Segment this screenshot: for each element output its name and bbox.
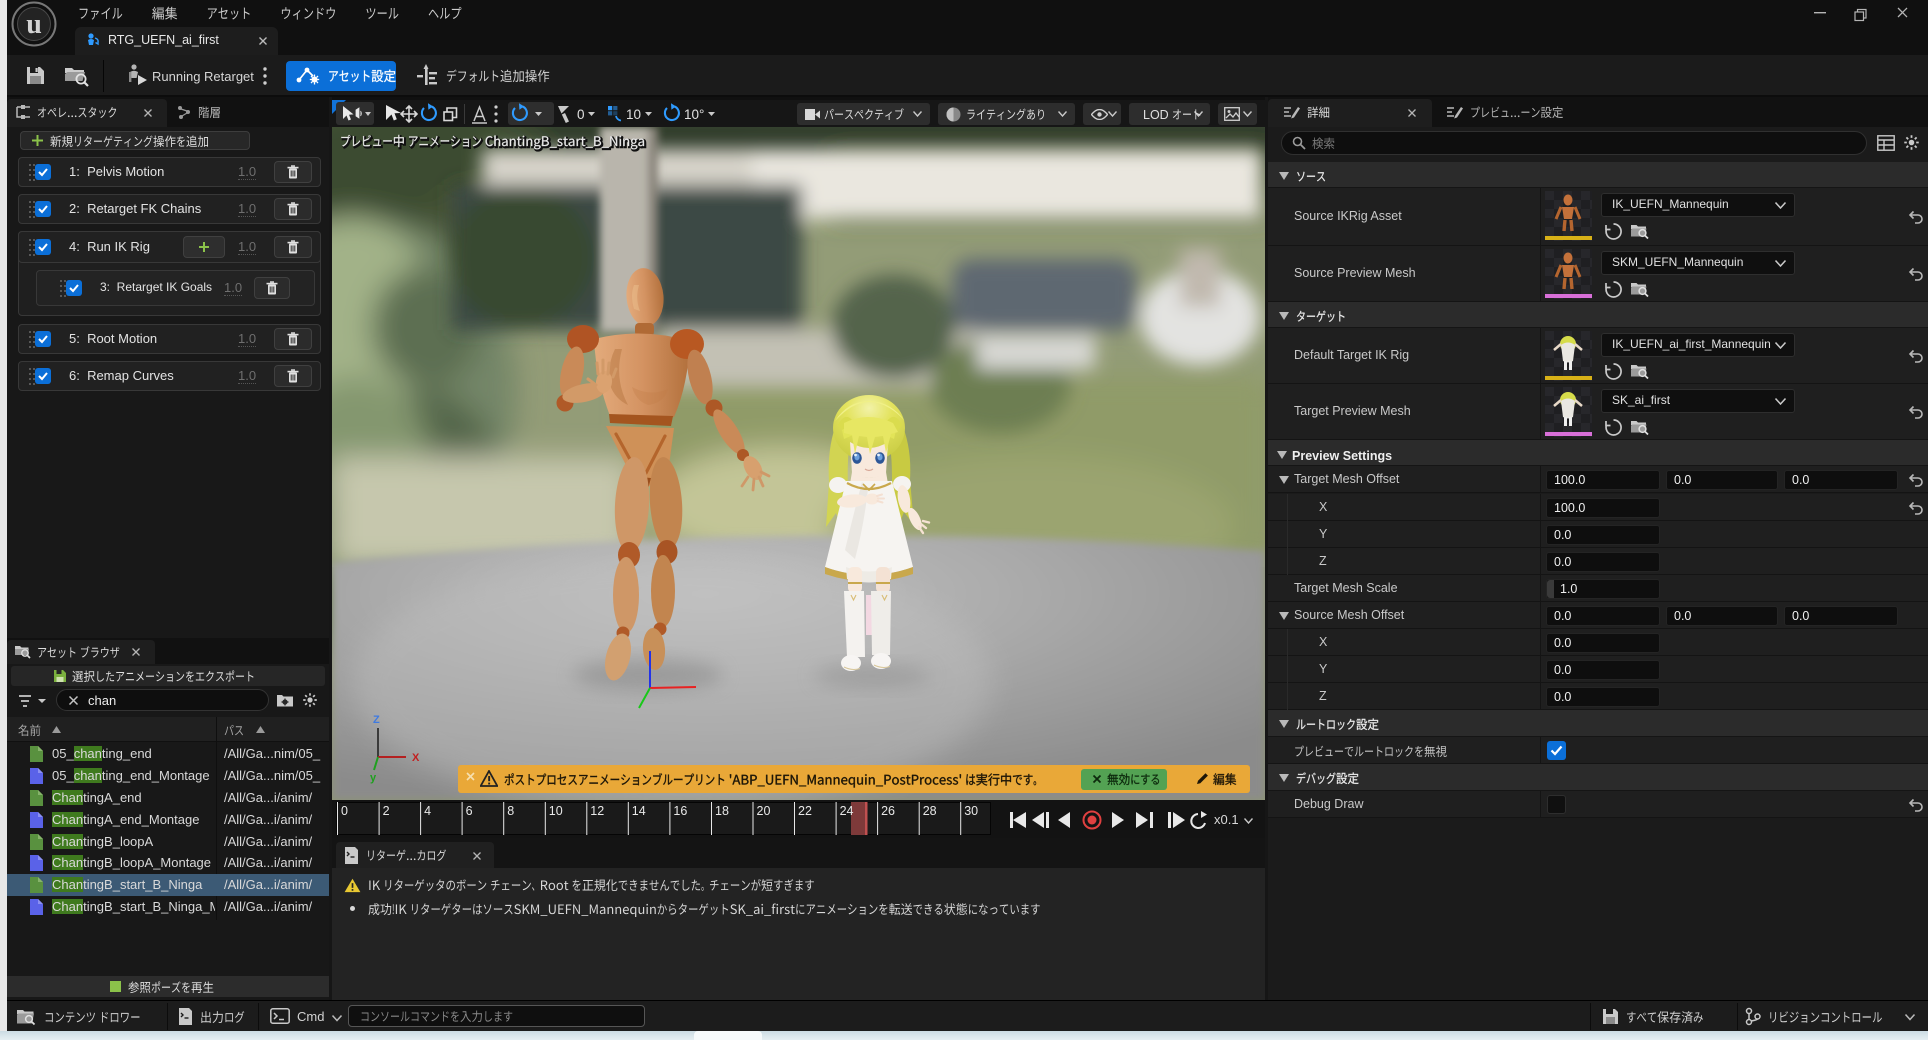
svg-text:30: 30	[964, 804, 978, 818]
svg-text:24: 24	[840, 804, 854, 818]
svg-text:0: 0	[577, 107, 585, 122]
svg-text:10: 10	[626, 107, 641, 122]
svg-text:10°: 10°	[684, 107, 704, 122]
svg-text:20: 20	[757, 804, 771, 818]
svg-text:6: 6	[466, 804, 473, 818]
svg-text:Z: Z	[373, 714, 380, 726]
svg-text:16: 16	[673, 804, 687, 818]
svg-text:0: 0	[341, 804, 348, 818]
svg-text:X: X	[412, 752, 420, 764]
svg-text:12: 12	[590, 804, 604, 818]
svg-text:4: 4	[424, 804, 431, 818]
svg-text:u: u	[26, 9, 42, 40]
svg-text:22: 22	[798, 804, 812, 818]
svg-text:2: 2	[383, 804, 390, 818]
svg-text:y: y	[370, 772, 377, 784]
svg-text:10: 10	[549, 804, 563, 818]
svg-text:8: 8	[507, 804, 514, 818]
svg-text:26: 26	[881, 804, 895, 818]
svg-text:18: 18	[715, 804, 729, 818]
svg-text:28: 28	[923, 804, 937, 818]
svg-text:14: 14	[632, 804, 646, 818]
